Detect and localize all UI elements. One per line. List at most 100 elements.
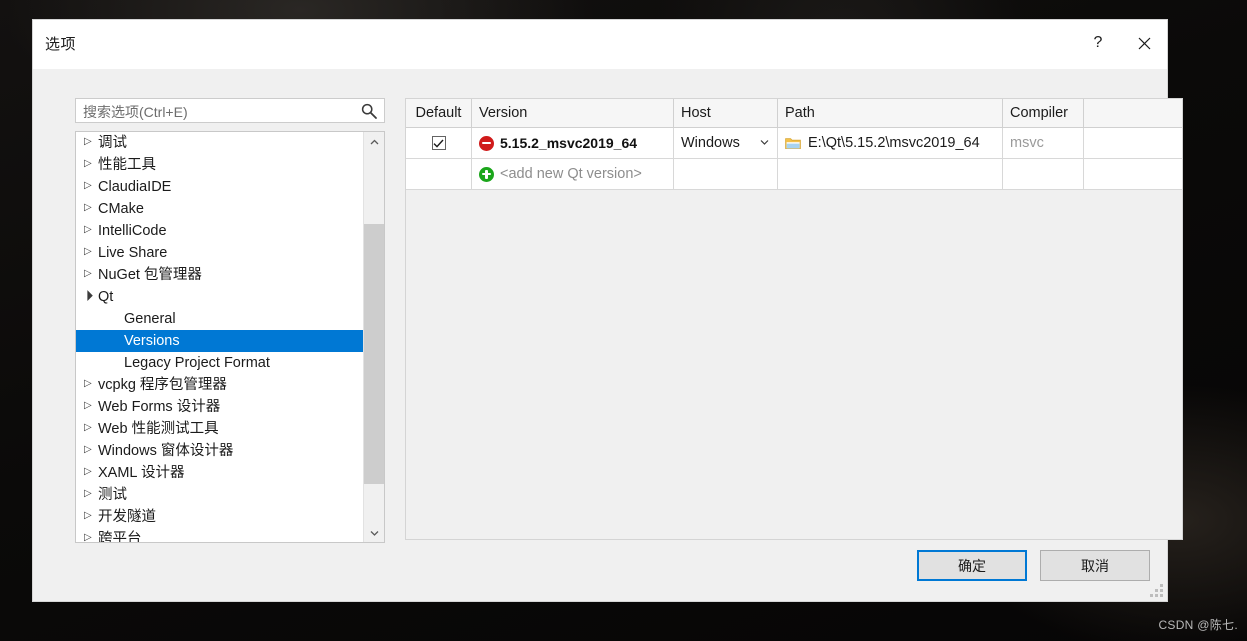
- grid-column-header[interactable]: Version: [472, 99, 674, 127]
- triangle-right-icon[interactable]: [84, 527, 98, 542]
- sidebar-item[interactable]: Web Forms 设计器: [76, 396, 363, 418]
- triangle-right-icon[interactable]: [84, 505, 98, 527]
- cell-extra[interactable]: [1084, 128, 1182, 158]
- sidebar-item[interactable]: Windows 窗体设计器: [76, 440, 363, 462]
- cell-default[interactable]: [406, 128, 472, 158]
- sidebar-item[interactable]: Legacy Project Format: [76, 352, 363, 374]
- chevron-down-icon[interactable]: [760, 139, 769, 145]
- grid-column-header[interactable]: Compiler: [1003, 99, 1084, 127]
- sidebar-item-label: Versions: [124, 333, 180, 350]
- plus-icon[interactable]: [479, 166, 494, 182]
- sidebar-item[interactable]: 测试: [76, 484, 363, 506]
- sidebar-item[interactable]: vcpkg 程序包管理器: [76, 374, 363, 396]
- table-row[interactable]: <add new Qt version>: [406, 159, 1182, 190]
- sidebar-item[interactable]: Live Share: [76, 242, 363, 264]
- sidebar-item-label: Web 性能测试工具: [98, 421, 219, 438]
- table-row[interactable]: 5.15.2_msvc2019_64 Windows E:\Qt\5.15.2\ms…: [406, 128, 1182, 159]
- triangle-right-icon[interactable]: [84, 417, 98, 439]
- triangle-down-icon[interactable]: [84, 285, 98, 307]
- sidebar-item[interactable]: Qt: [76, 286, 363, 308]
- check-icon: [433, 139, 444, 148]
- triangle-right-icon[interactable]: [84, 395, 98, 417]
- cell-version[interactable]: <add new Qt version>: [472, 159, 674, 189]
- scroll-down-button[interactable]: [364, 523, 384, 542]
- triangle-right-icon[interactable]: [84, 132, 98, 153]
- sidebar-item-label: IntelliCode: [98, 223, 167, 240]
- triangle-right-icon[interactable]: [84, 373, 98, 395]
- sidebar-item-label: 测试: [98, 487, 127, 504]
- sidebar-item-label: Web Forms 设计器: [98, 399, 221, 416]
- scrollbar-thumb[interactable]: [364, 224, 384, 484]
- triangle-right-icon[interactable]: [84, 439, 98, 461]
- cell-extra[interactable]: [1084, 159, 1182, 189]
- close-button[interactable]: [1121, 20, 1167, 66]
- host-dropdown[interactable]: [760, 128, 769, 158]
- path-label: E:\Qt\5.15.2\msvc2019_64: [808, 135, 980, 151]
- triangle-right-icon[interactable]: [84, 197, 98, 219]
- cell-version[interactable]: 5.15.2_msvc2019_64: [472, 128, 674, 158]
- cell-host[interactable]: Windows: [674, 128, 778, 158]
- grid-rows: 5.15.2_msvc2019_64 Windows E:\Qt\5.15.2\ms…: [406, 128, 1182, 190]
- sidebar-item[interactable]: IntelliCode: [76, 220, 363, 242]
- dialog-title: 选项: [45, 36, 77, 53]
- search-icon[interactable]: [360, 102, 378, 120]
- options-tree-list[interactable]: 调试性能工具 ClaudiaIDE CMake IntelliCode Live Sha…: [76, 132, 363, 542]
- host-label: Windows: [681, 135, 740, 151]
- default-checkbox[interactable]: [431, 136, 446, 150]
- sidebar-item[interactable]: 开发隧道: [76, 506, 363, 528]
- sidebar-item[interactable]: General: [76, 308, 363, 330]
- cell-default[interactable]: [406, 159, 472, 189]
- cell-compiler[interactable]: [1003, 159, 1084, 189]
- sidebar-item[interactable]: 调试: [76, 132, 363, 154]
- sidebar-item[interactable]: XAML 设计器: [76, 462, 363, 484]
- triangle-right-icon[interactable]: [84, 219, 98, 241]
- sidebar-item[interactable]: CMake: [76, 198, 363, 220]
- search-box[interactable]: [75, 98, 385, 124]
- titlebar-buttons: ?: [1075, 20, 1167, 66]
- options-dialog: 选项 ? 搜索选项(Ctrl+E) ▷调试 ▷性能工具 ▷ClaudiaIDE …: [33, 20, 1183, 601]
- cell-host[interactable]: [674, 159, 778, 189]
- triangle-right-icon[interactable]: [84, 483, 98, 505]
- cell-path[interactable]: [778, 159, 1003, 189]
- sidebar-item[interactable]: Web 性能测试工具: [76, 418, 363, 440]
- grid-empty-area: [406, 190, 1182, 539]
- sidebar-item-label: 性能工具: [98, 157, 156, 174]
- grid-column-header[interactable]: Host: [674, 99, 778, 127]
- grid-column-header[interactable]: [1084, 99, 1182, 127]
- search-input[interactable]: [81, 99, 360, 124]
- sidebar-item[interactable]: 性能工具: [76, 154, 363, 176]
- sidebar-item-label: 开发隧道: [98, 509, 156, 526]
- sidebar-item-label: Windows 窗体设计器: [98, 443, 234, 460]
- compiler-label: msvc: [1010, 135, 1044, 151]
- help-button[interactable]: ?: [1075, 20, 1121, 66]
- grid-column-header[interactable]: Default: [406, 99, 472, 127]
- resize-grip[interactable]: [1150, 584, 1163, 597]
- sidebar-item[interactable]: Versions: [76, 330, 363, 352]
- chevron-down-icon: [370, 530, 378, 536]
- cell-path[interactable]: E:\Qt\5.15.2\msvc2019_64: [778, 128, 1003, 158]
- sidebar-item-label: ClaudiaIDE: [98, 179, 172, 196]
- cancel-button[interactable]: 取消: [1040, 550, 1150, 581]
- ok-button[interactable]: 确定: [917, 550, 1027, 581]
- triangle-right-icon[interactable]: [84, 241, 98, 263]
- tree-scrollbar[interactable]: [363, 132, 384, 542]
- sidebar-item[interactable]: NuGet 包管理器: [76, 264, 363, 286]
- triangle-right-icon[interactable]: [84, 461, 98, 483]
- dialog-footer: 确定 取消: [917, 550, 1150, 581]
- scroll-up-button[interactable]: [364, 132, 384, 151]
- triangle-right-icon[interactable]: [84, 263, 98, 285]
- csdn-watermark: CSDN @陈七.: [1158, 618, 1238, 632]
- sidebar-item[interactable]: ClaudiaIDE: [76, 176, 363, 198]
- triangle-right-icon[interactable]: [84, 175, 98, 197]
- sidebar-item-label: Live Share: [98, 245, 168, 262]
- sidebar-item-label: General: [124, 311, 176, 328]
- sidebar-item-label: NuGet 包管理器: [98, 267, 202, 284]
- sidebar-item[interactable]: 跨平台: [76, 528, 363, 542]
- triangle-right-icon[interactable]: [84, 153, 98, 175]
- cell-compiler[interactable]: msvc: [1003, 128, 1084, 158]
- sidebar-item-label: Legacy Project Format: [124, 355, 270, 372]
- options-tree[interactable]: 调试性能工具 ClaudiaIDE CMake IntelliCode Live Sha…: [75, 131, 385, 543]
- options-left-pane: 调试性能工具 ClaudiaIDE CMake IntelliCode Live Sha…: [75, 98, 387, 543]
- grid-column-header[interactable]: Path: [778, 99, 1003, 127]
- version-label: <add new Qt version>: [500, 166, 642, 182]
